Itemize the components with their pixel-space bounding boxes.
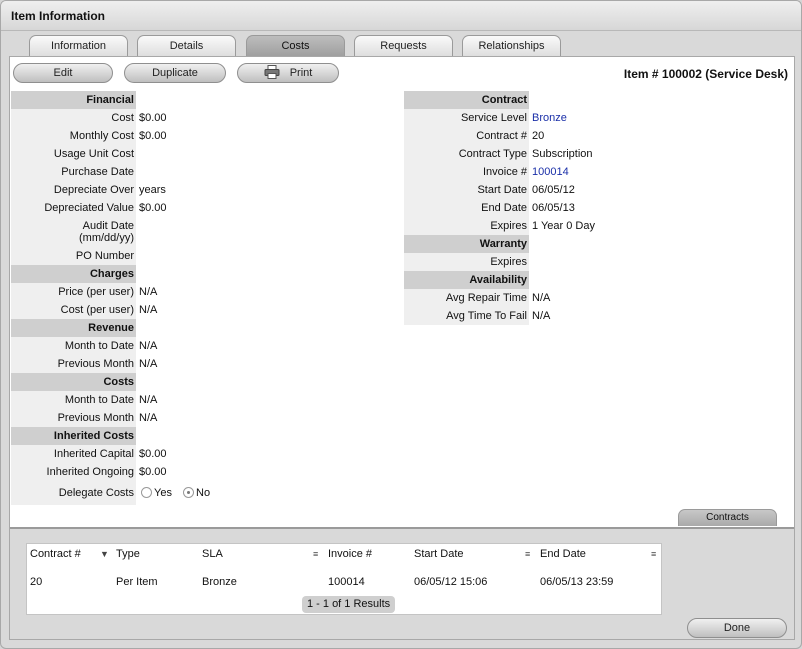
title-bar: Item Information <box>1 1 801 31</box>
row-po-number: PO Number <box>11 247 401 265</box>
service-level-link[interactable]: Bronze <box>532 112 567 124</box>
printer-icon <box>264 65 280 85</box>
audit-date-label: Audit Date <box>82 220 134 232</box>
row-service-level: Service Level Bronze <box>404 109 794 127</box>
contract-form: Contract Service Level Bronze Contract #2… <box>404 91 794 325</box>
pagination-status: 1 - 1 of 1 Results <box>302 596 396 613</box>
costs-panel: Edit Duplicate Print Item # 100002 (Serv… <box>9 56 795 640</box>
row-expires: Expires 1 Year 0 Day <box>404 217 794 235</box>
row-inherited-ongoing: Inherited Ongoing $0.00 <box>11 463 401 481</box>
filter-icon[interactable]: ▼ <box>100 550 110 559</box>
section-costs: Costs <box>11 373 401 391</box>
column-sla[interactable]: SLA <box>202 548 223 560</box>
column-menu-icon[interactable]: ≡ <box>313 550 323 559</box>
tab-costs[interactable]: Costs <box>246 35 345 56</box>
row-audit-date: Audit Date (mm/dd/yy) <box>11 217 401 247</box>
done-button[interactable]: Done <box>687 618 787 638</box>
column-invoice[interactable]: Invoice # <box>328 548 372 560</box>
financial-form: Financial Cost $0.00 Monthly Cost $0.00 Us… <box>11 91 401 505</box>
row-usage-unit-cost: Usage Unit Cost <box>11 145 401 163</box>
row-depreciate-over: Depreciate Over years <box>11 181 401 199</box>
row-cost-per-user: Cost (per user) N/A <box>11 301 401 319</box>
section-revenue: Revenue <box>11 319 401 337</box>
row-delegate-costs: Delegate Costs Yes No <box>11 481 401 505</box>
section-financial: Financial <box>11 91 401 109</box>
tab-contracts[interactable]: Contracts <box>678 509 777 526</box>
item-title: Item # 100002 (Service Desk) <box>623 67 788 81</box>
column-menu-icon[interactable]: ≡ <box>651 550 661 559</box>
tab-requests[interactable]: Requests <box>354 35 453 56</box>
contracts-section: Contract # ▼ Type SLA ≡ Invoice # Start … <box>10 527 794 639</box>
duplicate-button[interactable]: Duplicate <box>124 63 226 83</box>
row-inherited-capital: Inherited Capital $0.00 <box>11 445 401 463</box>
row-end-date: End Date 06/05/13 <box>404 199 794 217</box>
column-type[interactable]: Type <box>116 548 140 560</box>
row-costs-prev: Previous Month N/A <box>11 409 401 427</box>
column-end-date[interactable]: End Date <box>540 548 586 560</box>
column-menu-icon[interactable]: ≡ <box>525 550 535 559</box>
row-monthly-cost: Monthly Cost $0.00 <box>11 127 401 145</box>
row-depreciated-value: Depreciated Value $0.00 <box>11 199 401 217</box>
tab-information[interactable]: Information <box>29 35 128 56</box>
audit-date-format: (mm/dd/yy) <box>79 232 134 244</box>
delegate-yes-label: Yes <box>154 487 172 499</box>
table-header: Contract # ▼ Type SLA ≡ Invoice # Start … <box>27 544 661 564</box>
delegate-no-label: No <box>196 487 211 499</box>
row-start-date: Start Date 06/05/12 <box>404 181 794 199</box>
row-price-per-user: Price (per user) N/A <box>11 283 401 301</box>
contracts-table: Contract # ▼ Type SLA ≡ Invoice # Start … <box>26 543 662 615</box>
row-revenue-mtd: Month to Date N/A <box>11 337 401 355</box>
item-information-window: Item Information Information Details Cos… <box>0 0 802 649</box>
section-availability: Availability <box>404 271 794 289</box>
invoice-link[interactable]: 100014 <box>532 166 569 178</box>
row-invoice: Invoice #100014 <box>404 163 794 181</box>
section-inherited-costs: Inherited Costs <box>11 427 401 445</box>
column-contract[interactable]: Contract # <box>30 548 81 560</box>
row-cost: Cost $0.00 <box>11 109 401 127</box>
row-revenue-prev: Previous Month N/A <box>11 355 401 373</box>
print-label: Print <box>289 67 313 79</box>
window-title: Item Information <box>11 9 106 23</box>
row-costs-mtd: Month to Date N/A <box>11 391 401 409</box>
section-charges: Charges <box>11 265 401 283</box>
column-start-date[interactable]: Start Date <box>414 548 464 560</box>
delegate-yes-radio[interactable] <box>141 487 152 498</box>
row-avg-repair-time: Avg Repair Time N/A <box>404 289 794 307</box>
row-contract-type: Contract Type Subscription <box>404 145 794 163</box>
section-contract: Contract <box>404 91 794 109</box>
row-contract-number: Contract #20 <box>404 127 794 145</box>
edit-button[interactable]: Edit <box>13 63 113 83</box>
row-purchase-date: Purchase Date <box>11 163 401 181</box>
section-warranty: Warranty <box>404 235 794 253</box>
tab-details[interactable]: Details <box>137 35 236 56</box>
delegate-no-radio[interactable] <box>183 487 195 498</box>
tab-relationships[interactable]: Relationships <box>462 35 561 56</box>
row-warranty-expires: Expires <box>404 253 794 271</box>
row-avg-time-to-fail: Avg Time To Fail N/A <box>404 307 794 325</box>
print-button[interactable]: Print <box>237 63 339 83</box>
